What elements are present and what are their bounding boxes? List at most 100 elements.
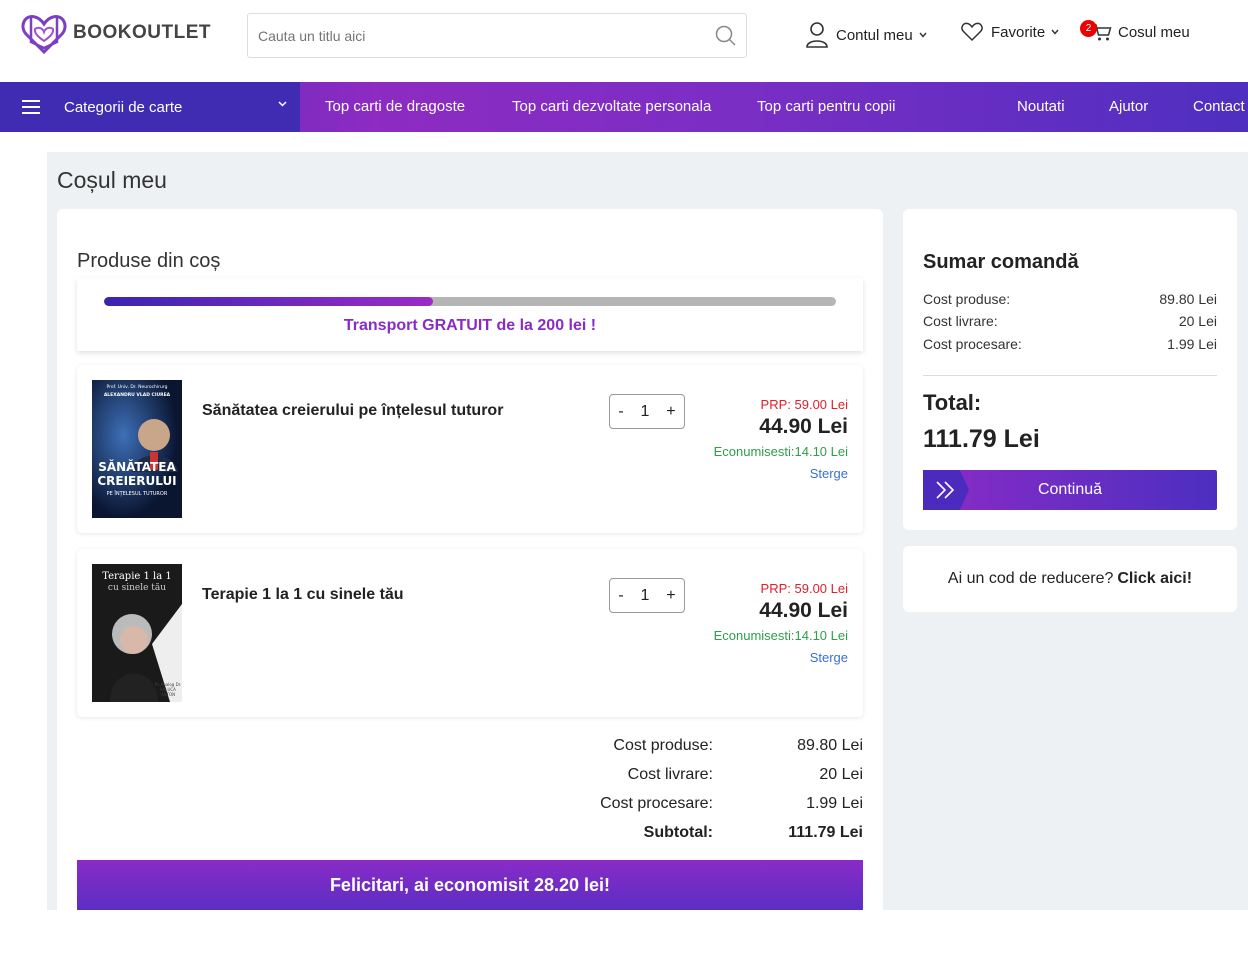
cart-menu[interactable]: Cosul meu xyxy=(1092,22,1190,42)
search-input[interactable] xyxy=(248,14,706,57)
coupon-box: Ai un cod de reducere? Click aici! xyxy=(903,546,1237,612)
user-icon xyxy=(806,22,828,48)
increase-qty-button[interactable]: + xyxy=(666,403,675,421)
nav-link-self-help-books[interactable]: Top carti dezvoltate personala xyxy=(512,98,711,115)
continue-button[interactable]: Continuă xyxy=(923,470,1217,510)
nav-link-contact[interactable]: Contact xyxy=(1193,98,1245,115)
cover-title-line2: CREIERULUI xyxy=(97,474,176,488)
cover-top-text: Prof. Univ. Dr. Neurochirurg xyxy=(107,384,168,390)
summary-shipping-label: Cost livrare: xyxy=(923,313,998,329)
cover-author-line3: ANTON xyxy=(161,692,175,697)
chevron-down-icon xyxy=(1051,29,1059,35)
delete-item-link[interactable]: Sterge xyxy=(714,466,848,481)
item-savings: Econumisesti:14.10 Lei xyxy=(713,628,848,643)
categories-label: Categorii de carte xyxy=(64,98,183,116)
summary-products-value: 89.80 Lei xyxy=(1159,291,1217,307)
shipping-cost-label: Cost livrare: xyxy=(627,766,713,783)
free-shipping-text: Transport GRATUIT de la 200 lei ! xyxy=(343,317,597,334)
summary-processing-label: Cost procesare: xyxy=(923,336,1022,352)
item-prices: PRP: 59.00 Lei 44.90 Lei Econumisesti:14… xyxy=(714,581,848,665)
nav-link-new[interactable]: Noutati xyxy=(1017,98,1065,115)
products-cost-label: Cost produse: xyxy=(613,737,713,754)
account-label: Contul meu xyxy=(836,26,913,44)
total-label: Total: xyxy=(923,390,982,415)
decrease-qty-button[interactable]: - xyxy=(618,587,623,605)
cart-count-badge: 2 xyxy=(1080,20,1097,37)
increase-qty-button[interactable]: + xyxy=(666,587,675,605)
shipping-progress-fill xyxy=(104,297,434,306)
item-prices: PRP: 59.00 Lei 44.90 Lei Econumisesti:14… xyxy=(714,397,848,481)
processing-cost-label: Cost procesare: xyxy=(600,795,713,812)
subtotal-label: Subtotal: xyxy=(643,824,713,841)
book-cover-image[interactable]: Terapie 1 la 1 cu sinele tău Ps.Analog D… xyxy=(92,564,182,702)
cover-title-line1: Terapie 1 la 1 xyxy=(102,571,172,582)
cover-author-text: ALEXANDRU VLAD CIUREA xyxy=(104,392,171,398)
total-value: 111.79 Lei xyxy=(923,425,1040,453)
coupon-text: Ai un cod de reducere? xyxy=(947,570,1114,587)
item-title[interactable]: Sănătatea creierului pe înțelesul tuturo… xyxy=(202,402,503,420)
summary-processing-value: 1.99 Lei xyxy=(1167,336,1217,352)
cart-item: Terapie 1 la 1 cu sinele tău Ps.Analog D… xyxy=(77,549,863,717)
item-title[interactable]: Terapie 1 la 1 cu sinele tău xyxy=(202,586,404,604)
cover-subtitle: PE ÎNȚELESUL TUTUROR xyxy=(107,490,168,497)
item-savings: Econumisesti:14.10 Lei xyxy=(713,444,848,459)
account-menu[interactable]: Contul meu xyxy=(806,22,927,48)
subtotal-value: 111.79 Lei xyxy=(788,824,863,841)
cover-title-line1: SĂNĂTATEA xyxy=(98,459,176,474)
recommended-price: PRP: 59.00 Lei xyxy=(760,397,848,412)
favorites-label: Favorite xyxy=(991,23,1046,41)
logo-text: BOOKOUTLET xyxy=(73,22,211,43)
continue-label: Continuă xyxy=(1037,481,1103,498)
item-price: 44.90 Lei xyxy=(759,599,848,622)
delete-item-link[interactable]: Sterge xyxy=(714,650,848,665)
site-header: BOOKOUTLET Contul meu Favorite Cosul meu… xyxy=(0,0,1248,82)
summary-row-processing: Cost procesare: 1.99 Lei xyxy=(923,336,1217,352)
shipping-cost-value: 20 Lei xyxy=(819,766,863,783)
cart-item: Prof. Univ. Dr. Neurochirurg ALEXANDRU V… xyxy=(77,365,863,533)
cover-title-line2: cu sinele tău xyxy=(108,582,166,593)
chevron-down-icon xyxy=(919,32,927,38)
totals-row-shipping: Cost livrare: 20 Lei xyxy=(520,766,863,795)
summary-products-label: Cost produse: xyxy=(923,291,1011,307)
summary-title: Sumar comandă xyxy=(923,251,1079,273)
shipping-progress-bar xyxy=(104,297,836,306)
quantity-value[interactable]: 1 xyxy=(641,403,650,421)
quantity-stepper: - 1 + xyxy=(609,578,685,613)
heart-icon xyxy=(961,22,983,42)
order-summary: Sumar comandă Cost produse: 89.80 Lei Co… xyxy=(903,209,1237,530)
coupon-link[interactable]: Click aici! xyxy=(1117,570,1192,588)
totals-row-subtotal: Subtotal: 111.79 Lei xyxy=(520,824,863,853)
search-icon[interactable] xyxy=(706,25,746,47)
book-cover-image[interactable]: Prof. Univ. Dr. Neurochirurg ALEXANDRU V… xyxy=(92,380,182,518)
totals-row-processing: Cost procesare: 1.99 Lei xyxy=(520,795,863,824)
cart-heading: Produse din coș xyxy=(77,250,221,272)
summary-divider xyxy=(923,375,1217,376)
products-cost-value: 89.80 Lei xyxy=(797,737,863,754)
search-bar xyxy=(247,13,747,58)
summary-shipping-value: 20 Lei xyxy=(1178,313,1217,329)
nav-link-kids-books[interactable]: Top carti pentru copii xyxy=(757,98,895,115)
decrease-qty-button[interactable]: - xyxy=(618,403,623,421)
item-price: 44.90 Lei xyxy=(759,415,848,438)
quantity-stepper: - 1 + xyxy=(609,394,685,429)
nav-link-help[interactable]: Ajutor xyxy=(1109,98,1148,115)
chevron-down-icon xyxy=(278,101,287,107)
totals-row-products: Cost produse: 89.80 Lei xyxy=(520,737,863,766)
savings-banner: Felicitari, ai economisit 28.20 lei! xyxy=(77,860,863,910)
free-shipping-box: Transport GRATUIT de la 200 lei ! xyxy=(77,278,863,351)
summary-row-shipping: Cost livrare: 20 Lei xyxy=(923,313,1217,329)
cart-label: Cosul meu xyxy=(1118,23,1190,41)
hamburger-menu-icon xyxy=(22,100,40,114)
quantity-value[interactable]: 1 xyxy=(641,587,650,605)
page-title: Coșul meu xyxy=(57,167,167,193)
double-chevron-right-icon xyxy=(923,470,969,510)
logo[interactable]: BOOKOUTLET xyxy=(21,12,211,54)
heart-book-logo-icon xyxy=(21,15,67,54)
processing-cost-value: 1.99 Lei xyxy=(806,795,863,812)
nav-link-love-books[interactable]: Top carti de dragoste xyxy=(325,98,465,115)
cart-totals: Cost produse: 89.80 Lei Cost livrare: 20… xyxy=(520,737,863,853)
favorites-menu[interactable]: Favorite xyxy=(961,22,1059,42)
recommended-price: PRP: 59.00 Lei xyxy=(760,581,848,596)
main-nav: Categorii de carte Top carti de dragoste… xyxy=(0,82,1248,132)
categories-dropdown[interactable]: Categorii de carte xyxy=(0,82,300,132)
